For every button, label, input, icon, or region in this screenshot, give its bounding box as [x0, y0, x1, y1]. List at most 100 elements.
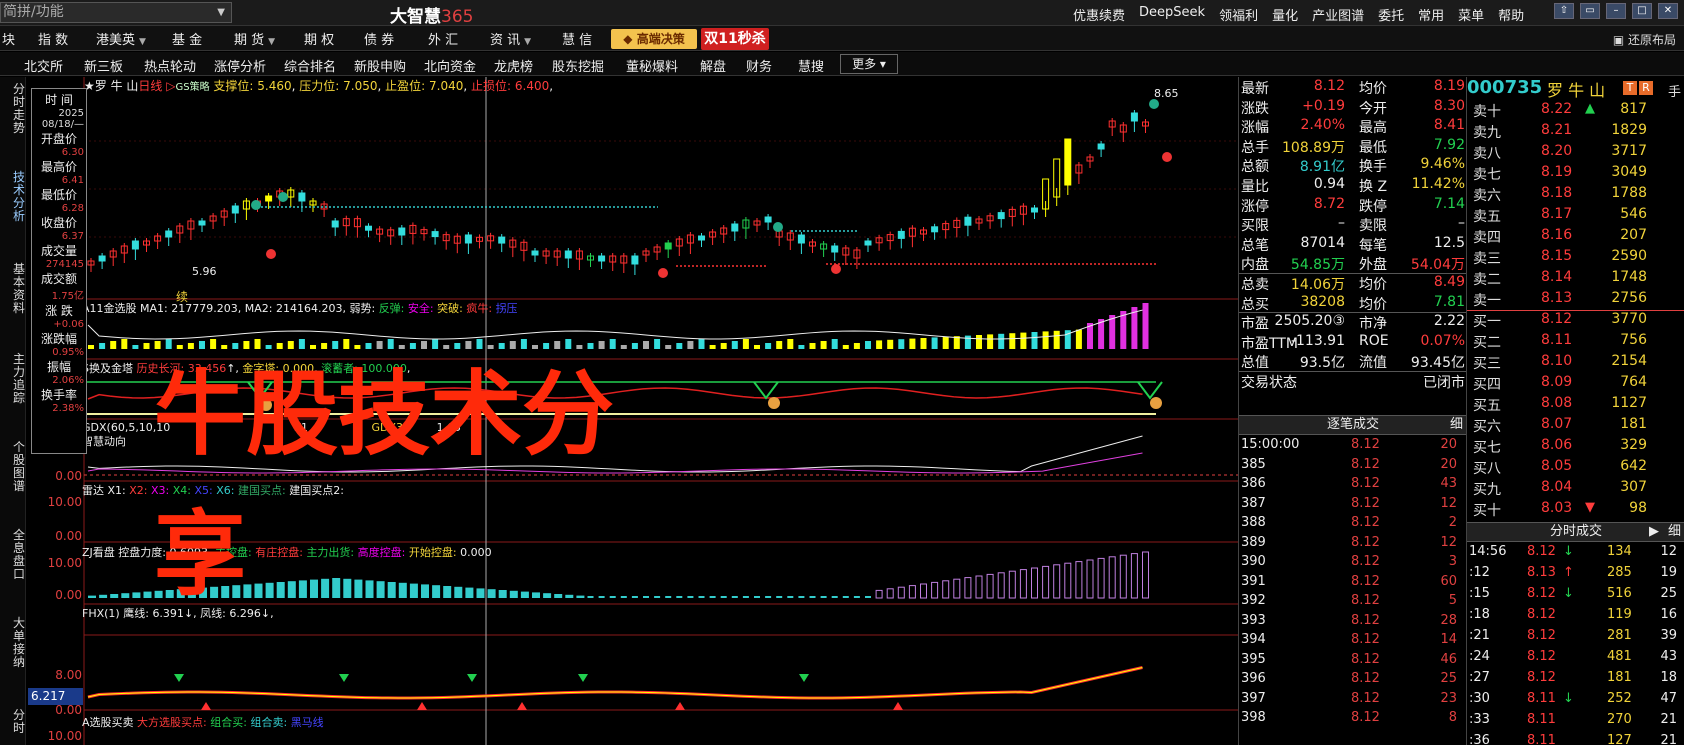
menu-news[interactable]: 资 讯 ▼: [490, 29, 531, 48]
quote-value-2: –: [1458, 215, 1465, 232]
control-bar: [754, 596, 760, 598]
volume-bar: [165, 339, 172, 349]
more-button[interactable]: 更多 ▾: [840, 54, 898, 74]
bid-row[interactable]: 买二 8.11 756: [1467, 332, 1684, 353]
tab-analysis[interactable]: 解盘: [700, 56, 726, 75]
quote-row: 市盈 2505.20③ 市净 2.22: [1239, 313, 1467, 334]
double11-promo-button[interactable]: 双11秒杀: [701, 28, 769, 50]
ask-row[interactable]: 卖一 8.13 2756: [1467, 290, 1684, 311]
bid-row[interactable]: 买十 8.03 98 ▼: [1467, 500, 1684, 521]
restore-layout-button[interactable]: ▣ 还原布局: [1613, 31, 1676, 48]
ask-row[interactable]: 卖十 8.22 817 ▲: [1467, 101, 1684, 122]
tab-ranking[interactable]: 综合排名: [284, 56, 336, 75]
dip-mark: [1137, 381, 1163, 400]
chevron-down-icon[interactable]: ▼: [217, 3, 225, 22]
high-end-decision-button[interactable]: ◆ 高端决策: [611, 29, 697, 49]
control-bar: [520, 591, 529, 598]
kline-chart-area[interactable]: ★罗 牛 山日线 ▷GS策略 支撑位: 5.460, 压力位: 7.050, 止…: [26, 77, 1238, 745]
menu-index[interactable]: 指 数: [38, 29, 68, 48]
tab-secretary[interactable]: 董秘爆料: [626, 56, 678, 75]
tab-finance[interactable]: 财务: [746, 56, 772, 75]
pin-icon[interactable]: ⇧: [1554, 3, 1574, 19]
close-icon[interactable]: ✕: [1658, 3, 1678, 19]
tab-dragon-tiger[interactable]: 龙虎榜: [494, 56, 533, 75]
book-level: 卖七: [1473, 167, 1501, 183]
ask-row[interactable]: 卖四 8.16 207: [1467, 227, 1684, 248]
maximize-icon[interactable]: □: [1632, 3, 1652, 19]
quote-value-2: 8.49: [1433, 274, 1465, 290]
menu-huixin[interactable]: 慧 信: [562, 29, 592, 48]
minimize-icon[interactable]: –: [1606, 3, 1626, 19]
tab-shareholder[interactable]: 股东挖掘: [552, 56, 604, 75]
quote-label: 总值: [1241, 355, 1269, 372]
bid-row[interactable]: 买五 8.08 1127: [1467, 395, 1684, 416]
menu-menu[interactable]: 菜单: [1458, 5, 1484, 24]
bid-row[interactable]: 买三 8.10 2154: [1467, 353, 1684, 374]
bid-row[interactable]: 买一 8.12 3770: [1467, 311, 1684, 332]
bid-row[interactable]: 买九 8.04 307: [1467, 479, 1684, 500]
tab-northbound[interactable]: 北向资金: [424, 56, 476, 75]
bid-row[interactable]: 买六 8.07 181: [1467, 416, 1684, 437]
menu-quant[interactable]: 量化: [1272, 5, 1298, 24]
ask-row[interactable]: 卖六 8.18 1788: [1467, 185, 1684, 206]
volume-bar: [1098, 319, 1105, 349]
menu-renew[interactable]: 优惠续费: [1073, 5, 1125, 24]
tab-neeq[interactable]: 新三板: [84, 56, 123, 75]
info-value: 2.06%: [52, 375, 84, 386]
top-menu: 优惠续费 DeepSeek 领福利 量化 产业图谱 委托 常用 菜单 帮助: [1073, 5, 1524, 24]
bid-row[interactable]: 买四 8.09 764: [1467, 374, 1684, 395]
ask-row[interactable]: 卖八 8.20 3717: [1467, 143, 1684, 164]
candle-body: [365, 225, 372, 231]
minute-trades-header[interactable]: 分时成交 ▶ 细: [1467, 522, 1684, 542]
ask-row[interactable]: 卖五 8.17 546: [1467, 206, 1684, 227]
book-quantity: 764: [1620, 374, 1647, 390]
bid-row[interactable]: 买七 8.06 329: [1467, 437, 1684, 458]
tab-ipo[interactable]: 新股申购: [354, 56, 406, 75]
detail-toggle-2[interactable]: 细: [1668, 523, 1681, 541]
buy-arrow-icon: [467, 674, 477, 682]
detail-toggle[interactable]: 细: [1450, 416, 1463, 434]
menu-forex[interactable]: 外 汇: [428, 29, 458, 48]
volume-bar: [310, 345, 316, 349]
info-label: 振幅: [46, 360, 71, 374]
trade-time: 14:56: [1469, 544, 1507, 559]
tab-limit-up[interactable]: 涨停分析: [214, 56, 266, 75]
ask-row[interactable]: 卖七 8.19 3049: [1467, 164, 1684, 185]
layout-icon[interactable]: ▭: [1580, 3, 1600, 19]
panel-radar-header: 雷达 X1: X2: X3: X4: X5: X6: 建国买点: 建国买点2:: [82, 484, 344, 497]
ask-row[interactable]: 卖二 8.14 1748: [1467, 269, 1684, 290]
menu-industry-map[interactable]: 产业图谱: [1312, 5, 1364, 24]
menu-hk-us[interactable]: 港美英 ▼: [96, 29, 146, 48]
search-input[interactable]: 简拼/功能 ▼: [0, 2, 232, 23]
tab-huisou[interactable]: 慧搜: [798, 56, 824, 75]
quote-label-2: 跌停: [1359, 198, 1387, 215]
ask-row[interactable]: 卖九 8.21 1829: [1467, 122, 1684, 143]
menu-bonds[interactable]: 债 券: [364, 29, 394, 48]
tick-trades-header[interactable]: 逐笔成交细: [1239, 415, 1467, 435]
quote-value-2: 已闭市: [1423, 375, 1465, 391]
play-icon[interactable]: ▶: [1649, 523, 1659, 541]
tab-hotspot[interactable]: 热点轮动: [144, 56, 196, 75]
menu-help[interactable]: 帮助: [1498, 5, 1524, 24]
menu-deepseek[interactable]: DeepSeek: [1139, 5, 1205, 24]
volume-bar: [1131, 307, 1138, 349]
menu-futures[interactable]: 期 货 ▼: [234, 29, 275, 48]
tab-bse[interactable]: 北交所: [24, 56, 63, 75]
menu-fund[interactable]: 基 金: [172, 29, 202, 48]
menu-welfare[interactable]: 领福利: [1219, 5, 1258, 24]
quote-label-2: 流值: [1359, 355, 1387, 372]
book-price: 8.04: [1541, 479, 1573, 495]
bid-row[interactable]: 买八 8.05 642: [1467, 458, 1684, 479]
menu-block[interactable]: 块: [2, 29, 15, 48]
volume-bar: [654, 339, 661, 349]
trade-count: 21: [1660, 733, 1677, 745]
quote-value-2: 8.41: [1433, 117, 1465, 134]
menu-order[interactable]: 委托: [1378, 5, 1404, 24]
book-quantity: 756: [1620, 332, 1647, 348]
menu-common[interactable]: 常用: [1418, 5, 1444, 24]
volume-bar: [998, 333, 1005, 349]
info-label: 成交量: [40, 244, 77, 258]
tick-price: 8.12: [1351, 671, 1380, 686]
ask-row[interactable]: 卖三 8.15 2590: [1467, 248, 1684, 269]
menu-options[interactable]: 期 权: [304, 29, 334, 48]
